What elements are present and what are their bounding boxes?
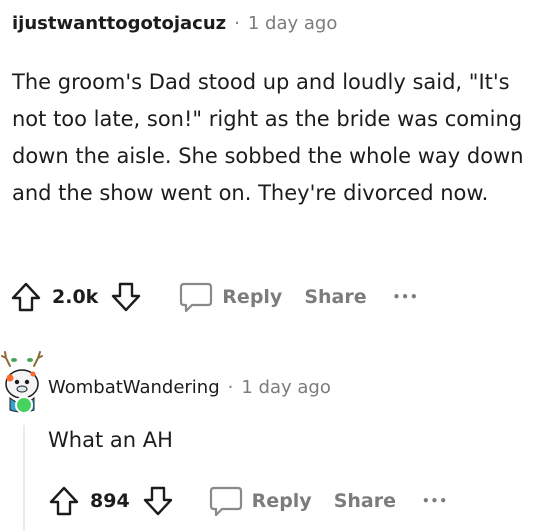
vote-count: 894 [90, 490, 130, 512]
upvote-icon[interactable] [48, 484, 80, 518]
reply-button[interactable]: Reply [208, 483, 312, 519]
online-status-indicator [15, 396, 33, 414]
comment-timestamp[interactable]: 1 day ago [248, 10, 337, 38]
vote-count: 2.0k [52, 286, 99, 308]
reply-comment-meta: WombatWandering · 1 day ago [48, 374, 331, 402]
meta-separator: · [234, 13, 240, 34]
more-options-icon[interactable]: ••• [393, 290, 419, 304]
reply-label: Reply [251, 490, 312, 512]
comment-meta: ijustwanttogotojacuz · 1 day ago [12, 10, 548, 38]
share-button[interactable]: Share [304, 286, 366, 308]
downvote-icon[interactable] [110, 280, 142, 314]
comment-bubble-icon [208, 483, 244, 519]
downvote-icon[interactable] [142, 484, 174, 518]
thread-line[interactable] [23, 425, 25, 531]
vote-controls: 894 [48, 484, 174, 518]
more-options-icon[interactable]: ••• [422, 494, 448, 508]
comment-timestamp[interactable]: 1 day ago [241, 374, 330, 402]
comment-body: What an AH [48, 422, 173, 459]
comment-author[interactable]: ijustwanttogotojacuz [12, 10, 226, 38]
comment-body: The groom's Dad stood up and loudly said… [12, 64, 548, 212]
comment-bubble-icon [178, 279, 214, 315]
reply-button[interactable]: Reply [178, 279, 282, 315]
meta-separator: · [227, 377, 234, 398]
reply-label: Reply [222, 286, 283, 308]
upvote-icon[interactable] [10, 280, 42, 314]
vote-controls: 2.0k [10, 280, 142, 314]
comment-text: What an AH [48, 428, 173, 452]
comment-actions: 2.0k Reply Share ••• [10, 278, 419, 316]
top-comment: ijustwanttogotojacuz · 1 day ago The gro… [12, 10, 548, 212]
comment-actions: 894 Reply Share ••• [48, 482, 448, 520]
comment-author[interactable]: WombatWandering [48, 374, 220, 402]
share-button[interactable]: Share [334, 490, 396, 512]
comment-text: The groom's Dad stood up and loudly said… [12, 70, 524, 205]
